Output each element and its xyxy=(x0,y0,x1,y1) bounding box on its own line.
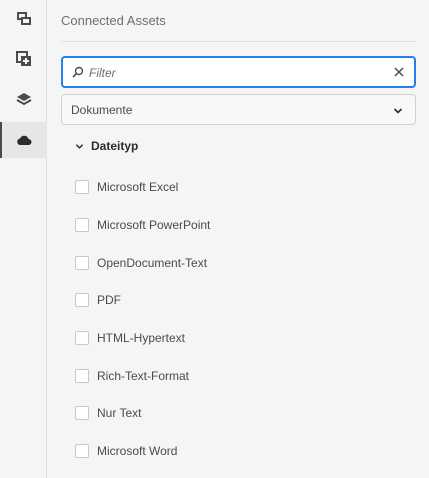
filter-search-field[interactable] xyxy=(61,56,416,88)
assets-icon xyxy=(16,12,31,25)
file-type-group-toggle[interactable]: Dateityp xyxy=(75,139,138,153)
filter-option-label: Microsoft Excel xyxy=(97,180,179,194)
checkbox[interactable] xyxy=(75,444,89,458)
chevron-down-icon xyxy=(75,143,84,149)
chevron-down-icon xyxy=(393,108,403,114)
filter-option-label: Nur Text xyxy=(97,406,142,420)
rail-add-content-button[interactable] xyxy=(0,41,47,77)
checkbox[interactable] xyxy=(75,331,89,345)
file-type-group-label: Dateityp xyxy=(91,139,139,153)
asset-type-value: Dokumente xyxy=(71,103,133,117)
checkbox[interactable] xyxy=(75,406,89,420)
filter-option-label: PDF xyxy=(97,293,121,307)
filter-option-label: OpenDocument-Text xyxy=(97,256,208,270)
cloud-icon xyxy=(16,135,31,145)
filter-option-label: Microsoft Word xyxy=(97,444,178,458)
filter-option-label: HTML-Hypertext xyxy=(97,331,186,345)
filter-option-rich-text-format[interactable]: Rich-Text-Format xyxy=(75,366,189,386)
rail-layers-button[interactable] xyxy=(0,82,47,118)
rail-assets-button[interactable] xyxy=(0,0,47,36)
filter-option-microsoft-word[interactable]: Microsoft Word xyxy=(75,441,177,461)
checkbox[interactable] xyxy=(75,293,89,307)
filter-option-pdf[interactable]: PDF xyxy=(75,290,121,310)
checkbox[interactable] xyxy=(75,218,89,232)
filter-option-plain-text[interactable]: Nur Text xyxy=(75,403,141,423)
side-rail xyxy=(0,0,47,478)
connected-assets-panel: Connected Assets Dokumente Dateityp Micr… xyxy=(47,0,429,478)
search-icon xyxy=(72,66,84,78)
rail-cloud-button[interactable] xyxy=(0,122,47,158)
filter-option-microsoft-powerpoint[interactable]: Microsoft PowerPoint xyxy=(75,215,210,235)
panel-title: Connected Assets xyxy=(61,13,166,28)
layers-icon xyxy=(16,93,31,106)
filter-option-opendocument-text[interactable]: OpenDocument-Text xyxy=(75,253,207,273)
checkbox[interactable] xyxy=(75,256,89,270)
filter-input[interactable] xyxy=(87,63,386,83)
title-divider xyxy=(61,41,416,42)
filter-option-label: Microsoft PowerPoint xyxy=(97,218,211,232)
asset-type-dropdown[interactable]: Dokumente xyxy=(61,94,416,125)
filter-option-microsoft-excel[interactable]: Microsoft Excel xyxy=(75,177,178,197)
clear-icon[interactable] xyxy=(394,67,404,77)
add-content-icon xyxy=(15,51,31,66)
filter-option-label: Rich-Text-Format xyxy=(97,369,190,383)
filter-option-html-hypertext[interactable]: HTML-Hypertext xyxy=(75,328,185,348)
checkbox[interactable] xyxy=(75,180,89,194)
checkbox[interactable] xyxy=(75,369,89,383)
